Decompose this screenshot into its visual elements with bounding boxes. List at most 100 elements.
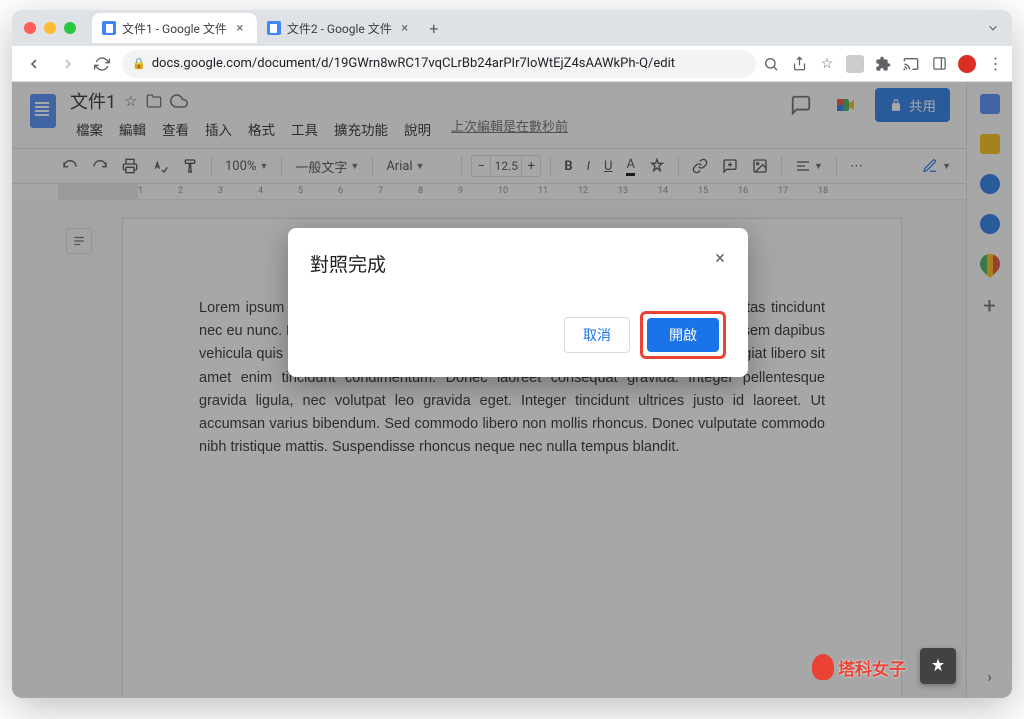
docs-logo-icon[interactable]	[26, 88, 60, 134]
editing-mode-button[interactable]: ▼	[914, 154, 959, 178]
address-bar[interactable]: 🔒 docs.google.com/document/d/19GWrn8wRC1…	[122, 50, 756, 78]
browser-window: 文件1 - Google 文件 × 文件2 - Google 文件 × + 🔒 …	[12, 10, 1012, 698]
url-bar-row: 🔒 docs.google.com/document/d/19GWrn8wRC1…	[12, 46, 1012, 82]
forward-button[interactable]	[54, 50, 82, 78]
menu-extensions[interactable]: 擴充功能	[328, 116, 394, 142]
cloud-status-icon[interactable]	[170, 92, 188, 110]
style-select[interactable]: 一般文字▼	[291, 155, 363, 178]
window-close-button[interactable]	[24, 22, 36, 34]
separator	[550, 156, 551, 176]
profile-avatar-icon[interactable]	[958, 55, 976, 73]
window-expand-icon[interactable]	[986, 21, 1000, 35]
ruler-marks: 123456789101112131415161718	[138, 184, 998, 199]
docs-title-column: 文件1 ☆ 檔案 編輯 查看 插入 格式 工具 擴充功能 說明 上次編輯是在數秒…	[70, 88, 775, 142]
side-panel: + ›	[966, 82, 1012, 698]
browser-tabs: 文件1 - Google 文件 × 文件2 - Google 文件 × +	[92, 10, 978, 46]
contacts-icon[interactable]	[980, 214, 1000, 234]
menu-view[interactable]: 查看	[156, 116, 195, 142]
ruler-number: 17	[778, 186, 788, 196]
docs-favicon-icon	[102, 21, 116, 35]
underline-button[interactable]: U	[600, 157, 616, 176]
keep-icon[interactable]	[980, 134, 1000, 154]
cancel-button[interactable]: 取消	[564, 317, 630, 353]
back-button[interactable]	[20, 50, 48, 78]
menu-insert[interactable]: 插入	[199, 116, 238, 142]
menu-edit[interactable]: 編輯	[113, 116, 152, 142]
ruler-number: 1	[138, 186, 143, 196]
sidebar-panel-icon[interactable]	[930, 55, 948, 73]
collapse-panel-icon[interactable]: ›	[987, 667, 992, 686]
move-folder-icon[interactable]	[146, 93, 162, 109]
star-icon[interactable]: ☆	[124, 92, 137, 110]
increase-font-button[interactable]: +	[522, 159, 540, 174]
font-size-value[interactable]: 12.5	[490, 156, 522, 176]
new-tab-button[interactable]: +	[422, 16, 446, 40]
window-minimize-button[interactable]	[44, 22, 56, 34]
dialog-actions: 取消 開啟	[310, 311, 726, 359]
cast-icon[interactable]	[902, 55, 920, 73]
calendar-icon[interactable]	[980, 94, 1000, 114]
document-title[interactable]: 文件1	[70, 88, 116, 114]
tasks-icon[interactable]	[980, 174, 1000, 194]
menubar: 檔案 編輯 查看 插入 格式 工具 擴充功能 說明 上次編輯是在數秒前	[70, 116, 775, 142]
add-addon-icon[interactable]: +	[983, 294, 995, 319]
meet-icon[interactable]	[829, 88, 863, 122]
extension-icons: ☆ ⋮	[762, 55, 1004, 73]
bold-button[interactable]: B	[560, 157, 576, 176]
ruler-number: 8	[418, 186, 423, 196]
ruler-number: 2	[178, 186, 183, 196]
extension-icon[interactable]	[846, 55, 864, 73]
tab-close-icon[interactable]: ×	[233, 21, 247, 35]
ruler-margin	[58, 184, 138, 199]
font-size-stepper: − 12.5 +	[471, 155, 541, 177]
comment-button[interactable]	[718, 156, 742, 176]
menu-format[interactable]: 格式	[242, 116, 281, 142]
dialog-close-button[interactable]: ×	[708, 246, 732, 270]
print-button[interactable]	[118, 156, 142, 176]
search-icon[interactable]	[762, 55, 780, 73]
compare-complete-dialog: 對照完成 × 取消 開啟	[288, 228, 748, 377]
star-icon[interactable]: ☆	[818, 55, 836, 73]
lock-icon	[889, 98, 903, 112]
font-select[interactable]: Arial▼	[382, 157, 452, 176]
browser-tab-1[interactable]: 文件1 - Google 文件 ×	[92, 13, 257, 43]
decrease-font-button[interactable]: −	[472, 159, 490, 174]
comment-history-icon[interactable]	[785, 89, 817, 121]
align-button[interactable]: ▼	[791, 156, 827, 176]
share-label: 共用	[909, 95, 936, 115]
ruler-number: 16	[738, 186, 748, 196]
browser-tab-2[interactable]: 文件2 - Google 文件 ×	[257, 13, 422, 43]
paint-format-button[interactable]	[178, 156, 202, 176]
open-button[interactable]: 開啟	[647, 318, 719, 352]
share-icon[interactable]	[790, 55, 808, 73]
maps-icon[interactable]	[975, 250, 1003, 278]
window-maximize-button[interactable]	[64, 22, 76, 34]
text-color-button[interactable]: A	[622, 155, 638, 178]
explore-button[interactable]	[920, 648, 956, 684]
last-edit-info[interactable]: 上次編輯是在數秒前	[451, 116, 568, 142]
share-button[interactable]: 共用	[875, 88, 950, 122]
menu-help[interactable]: 說明	[398, 116, 437, 142]
undo-button[interactable]	[58, 156, 82, 176]
ruler[interactable]: 123456789101112131415161718	[58, 184, 998, 200]
redo-button[interactable]	[88, 156, 112, 176]
reload-button[interactable]	[88, 50, 116, 78]
menu-tools[interactable]: 工具	[285, 116, 324, 142]
italic-button[interactable]: I	[583, 157, 594, 176]
ruler-number: 13	[618, 186, 628, 196]
menu-file[interactable]: 檔案	[70, 116, 109, 142]
spellcheck-button[interactable]	[148, 156, 172, 176]
titlebar: 文件1 - Google 文件 × 文件2 - Google 文件 × +	[12, 10, 1012, 46]
extensions-puzzle-icon[interactable]	[874, 55, 892, 73]
outline-toggle-icon[interactable]	[66, 228, 92, 254]
separator	[372, 156, 373, 176]
chrome-menu-icon[interactable]: ⋮	[986, 55, 1004, 73]
image-button[interactable]	[748, 156, 772, 176]
ruler-number: 18	[818, 186, 828, 196]
link-button[interactable]	[688, 156, 712, 176]
highlight-button[interactable]	[645, 156, 669, 176]
tab-close-icon[interactable]: ×	[398, 21, 412, 35]
more-button[interactable]: ⋯	[846, 157, 867, 176]
watermark-mascot-icon	[812, 654, 834, 680]
zoom-select[interactable]: 100%▼	[221, 157, 272, 176]
